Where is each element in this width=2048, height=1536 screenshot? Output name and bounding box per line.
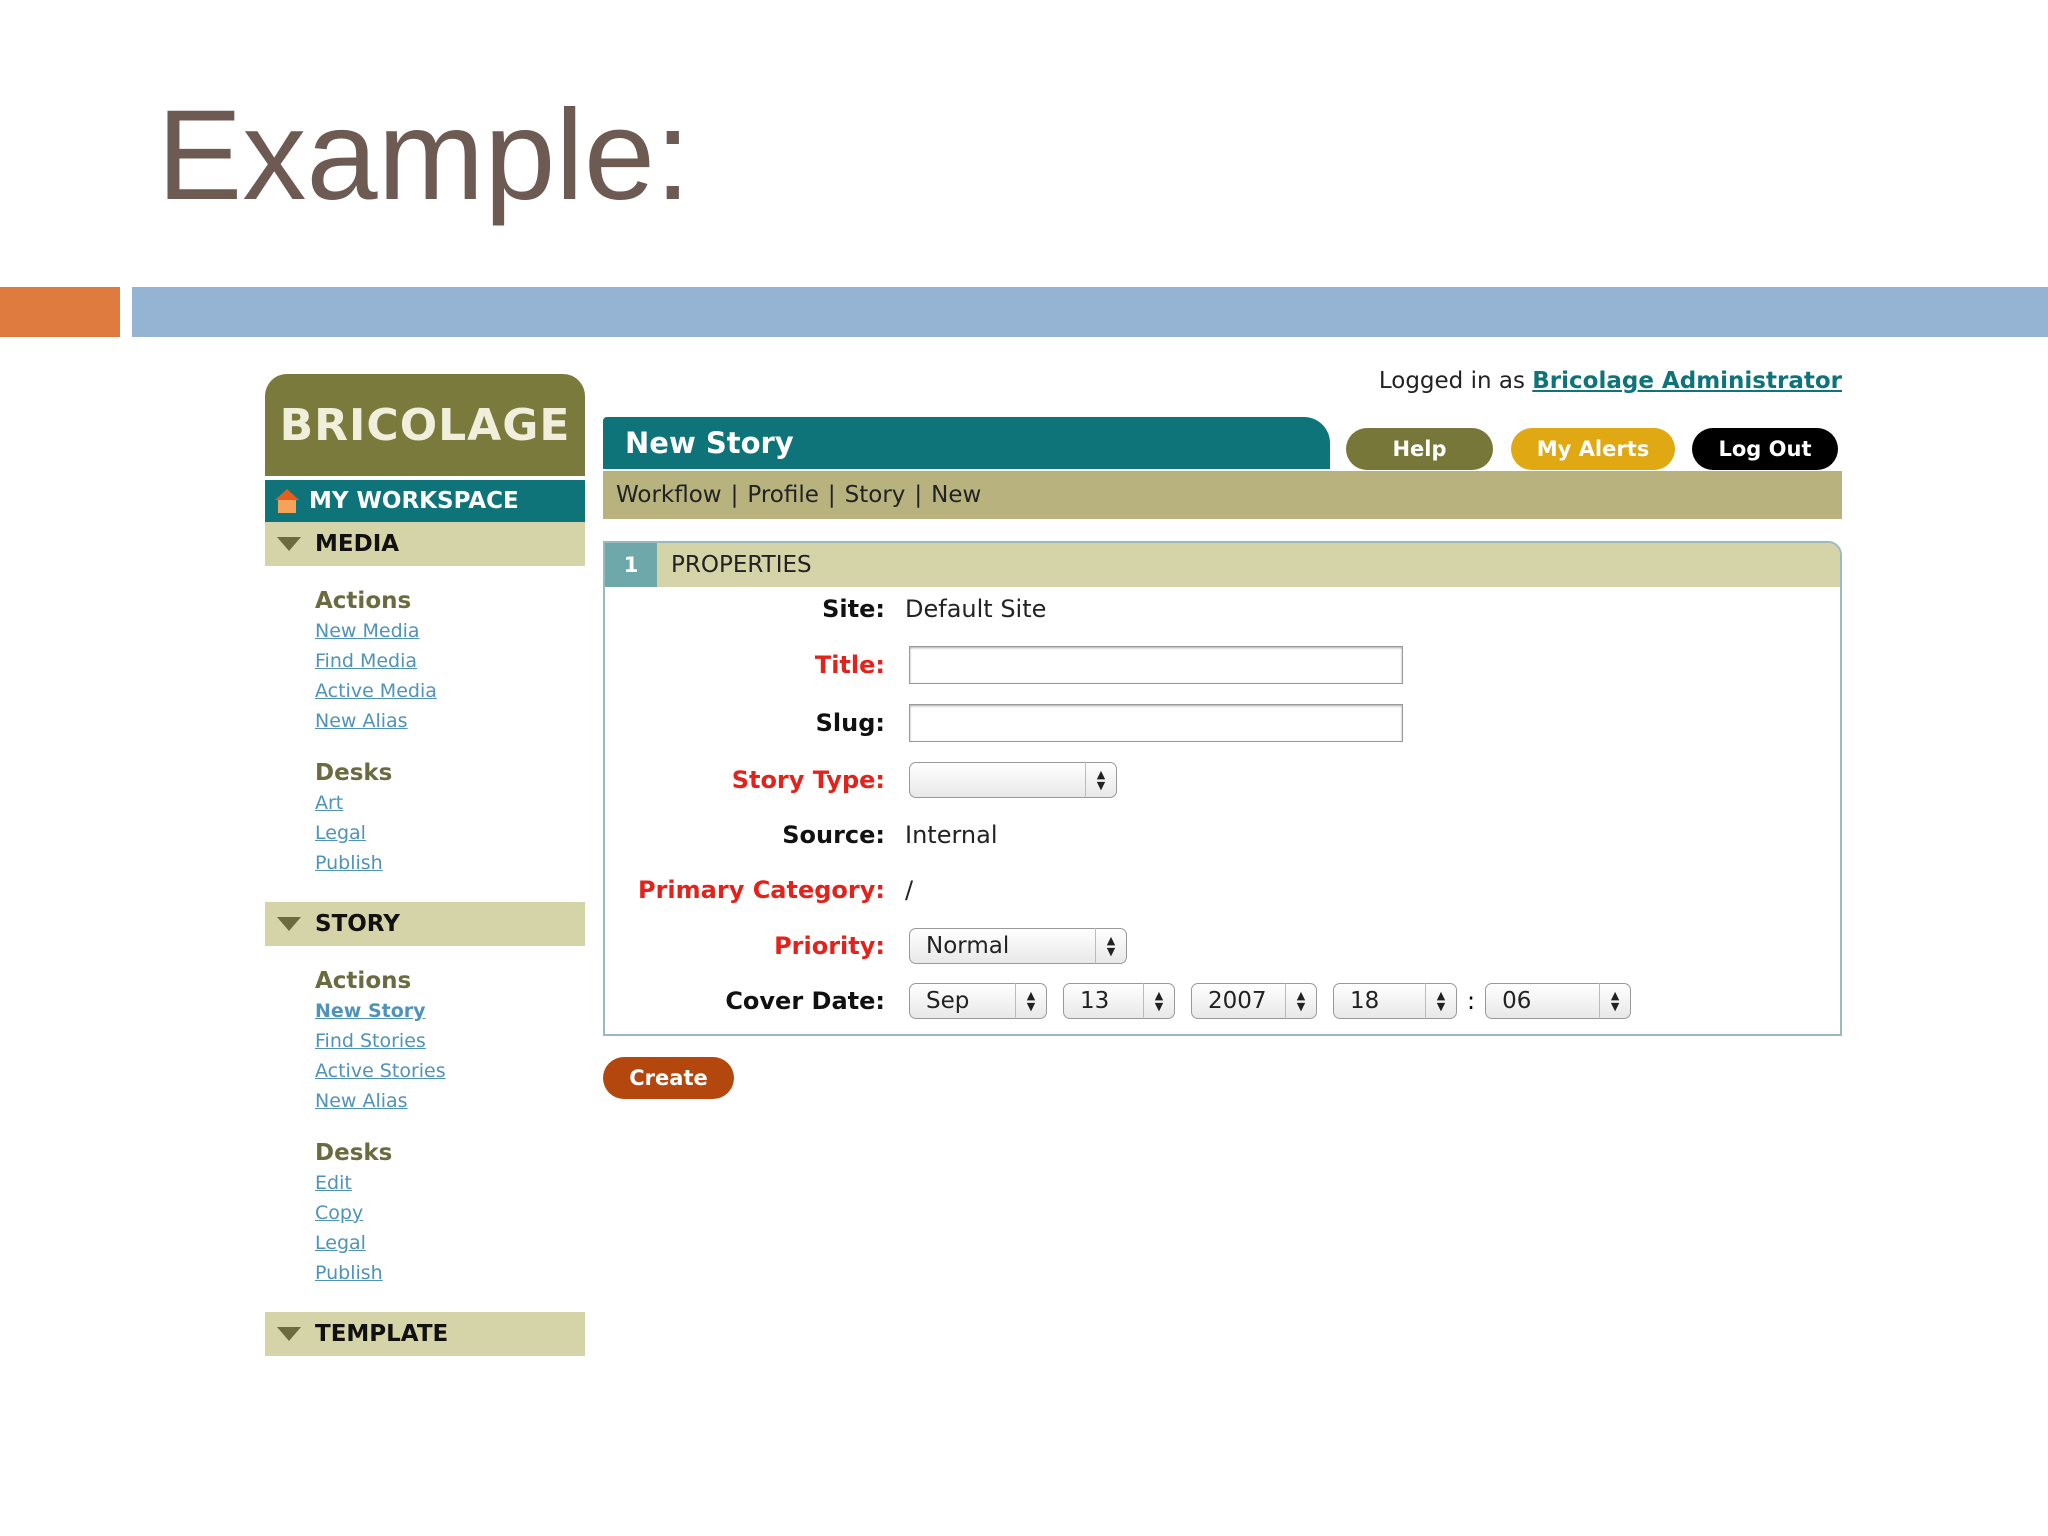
section-media[interactable]: MEDIA: [265, 522, 585, 566]
group-title: Actions: [315, 588, 412, 614]
category-value: /: [905, 876, 914, 904]
link-find-stories[interactable]: Find Stories: [315, 1026, 585, 1056]
select-arrows-icon: ▲ ▼: [1143, 983, 1174, 1019]
orange-accent-bar: [0, 287, 120, 337]
section-story[interactable]: STORY: [265, 902, 585, 946]
link-desk-legal[interactable]: Legal: [315, 1228, 585, 1258]
user-link[interactable]: Bricolage Administrator: [1532, 368, 1842, 394]
link-desk-edit[interactable]: Edit: [315, 1168, 585, 1198]
cover-date-label: Cover Date:: [725, 987, 885, 1015]
story-type-label: Story Type:: [731, 766, 885, 794]
link-new-story[interactable]: New Story: [315, 996, 585, 1026]
properties-panel: 1 PROPERTIES Site: Default Site Title: S…: [603, 541, 1842, 1036]
group-title: Desks: [315, 760, 393, 786]
select-arrows-icon: ▲ ▼: [1285, 983, 1316, 1019]
story-type-select[interactable]: ▲ ▼: [909, 762, 1117, 798]
row-story-type: Story Type: ▲ ▼: [605, 760, 1840, 800]
cover-day-select[interactable]: 13 ▲ ▼: [1063, 983, 1175, 1019]
section-template[interactable]: TEMPLATE: [265, 1312, 585, 1356]
create-button[interactable]: Create: [603, 1057, 734, 1099]
breadcrumb: Workflow | Profile | Story | New: [603, 471, 1842, 519]
row-site: Site: Default Site: [605, 589, 1840, 629]
sidebar: BRICOLAGE MY WORKSPACE MEDIA Actions New…: [265, 374, 585, 1356]
triangle-down-icon: [277, 537, 301, 551]
category-label: Primary Category:: [638, 876, 885, 904]
triangle-down-icon: [277, 1327, 301, 1341]
triangle-down-icon: [277, 917, 301, 931]
page-title: New Story: [603, 417, 1330, 469]
title-label: Title:: [814, 651, 885, 679]
row-source: Source: Internal: [605, 815, 1840, 855]
group-title: Actions: [315, 968, 412, 994]
site-label: Site:: [822, 595, 885, 623]
media-actions-group: Actions New Media Find Media Active Medi…: [265, 566, 585, 736]
blue-accent-bar: [132, 287, 2048, 337]
link-desk-legal[interactable]: Legal: [315, 818, 585, 848]
link-desk-publish[interactable]: Publish: [315, 1258, 585, 1288]
log-out-button[interactable]: Log Out: [1692, 428, 1838, 470]
bricolage-logo[interactable]: BRICOLAGE: [265, 374, 585, 476]
breadcrumb-item: Story: [844, 482, 906, 508]
select-arrows-icon: ▲ ▼: [1015, 983, 1046, 1019]
panel-number: 1: [605, 543, 657, 587]
cover-year-select[interactable]: 2007 ▲ ▼: [1191, 983, 1317, 1019]
media-desks-group: Desks Art Legal Publish: [265, 736, 585, 878]
row-priority: Priority: Normal ▲ ▼: [605, 926, 1840, 966]
link-active-media[interactable]: Active Media: [315, 676, 585, 706]
priority-label: Priority:: [774, 932, 885, 960]
house-icon: [275, 489, 299, 513]
link-active-stories[interactable]: Active Stories: [315, 1056, 585, 1086]
priority-select[interactable]: Normal ▲ ▼: [909, 928, 1127, 964]
breadcrumb-item: New: [931, 482, 982, 508]
site-value: Default Site: [905, 595, 1047, 623]
cover-month-select[interactable]: Sep ▲ ▼: [909, 983, 1047, 1019]
workspace-label: MY WORKSPACE: [309, 488, 519, 514]
link-find-media[interactable]: Find Media: [315, 646, 585, 676]
source-label: Source:: [782, 821, 885, 849]
row-category: Primary Category: /: [605, 870, 1840, 910]
logged-in-status: Logged in as Bricolage Administrator: [1378, 368, 1842, 394]
select-arrows-icon: ▲ ▼: [1425, 983, 1456, 1019]
row-title: Title:: [605, 645, 1840, 685]
breadcrumb-item: Workflow: [616, 482, 722, 508]
story-actions-group: Actions New Story Find Stories Active St…: [265, 946, 585, 1116]
my-workspace-link[interactable]: MY WORKSPACE: [265, 480, 585, 522]
cover-hour-select[interactable]: 18 ▲ ▼: [1333, 983, 1457, 1019]
link-desk-art[interactable]: Art: [315, 788, 585, 818]
link-new-media[interactable]: New Media: [315, 616, 585, 646]
select-arrows-icon: ▲ ▼: [1085, 762, 1116, 798]
title-input[interactable]: [909, 646, 1403, 684]
source-value: Internal: [905, 821, 998, 849]
select-arrows-icon: ▲ ▼: [1599, 983, 1630, 1019]
slide-title: Example:: [157, 84, 691, 227]
row-cover-date: Cover Date: Sep ▲ ▼ 13 ▲ ▼ 2007 ▲ ▼ 18 ▲ ▼ :…: [605, 981, 1840, 1021]
panel-header: 1 PROPERTIES: [605, 543, 1840, 587]
story-desks-group: Desks Edit Copy Legal Publish: [265, 1116, 585, 1288]
panel-title: PROPERTIES: [671, 552, 812, 578]
link-new-alias-story[interactable]: New Alias: [315, 1086, 585, 1116]
my-alerts-button[interactable]: My Alerts: [1511, 428, 1675, 470]
link-new-alias-media[interactable]: New Alias: [315, 706, 585, 736]
breadcrumb-item: Profile: [747, 482, 819, 508]
link-desk-copy[interactable]: Copy: [315, 1198, 585, 1228]
select-arrows-icon: ▲ ▼: [1095, 928, 1126, 964]
slug-input[interactable]: [909, 704, 1403, 742]
time-separator: :: [1467, 987, 1476, 1015]
help-button[interactable]: Help: [1346, 428, 1493, 470]
slug-label: Slug:: [815, 709, 885, 737]
link-desk-publish[interactable]: Publish: [315, 848, 585, 878]
cover-minute-select[interactable]: 06 ▲ ▼: [1485, 983, 1632, 1019]
row-slug: Slug:: [605, 703, 1840, 743]
group-title: Desks: [315, 1140, 393, 1166]
